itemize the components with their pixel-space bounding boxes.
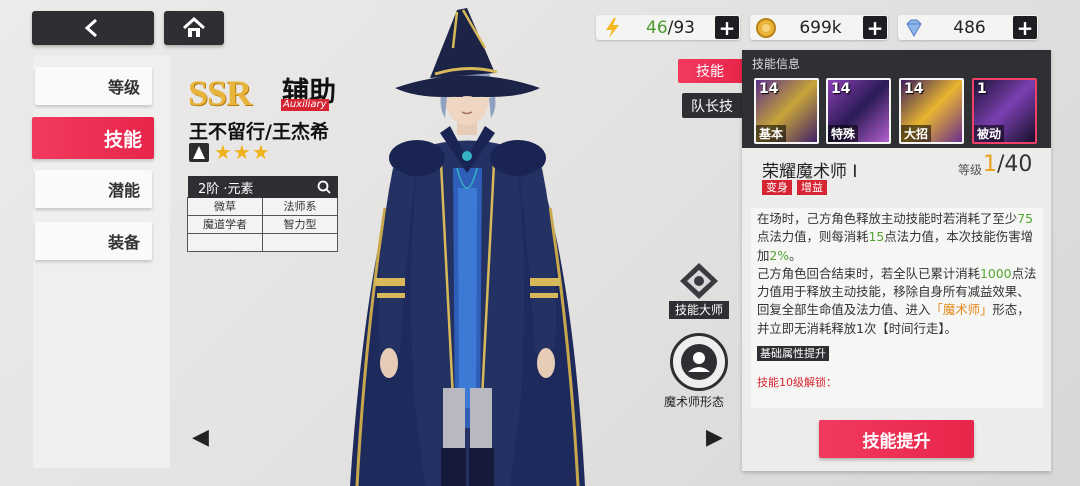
skill-card-ultimate[interactable]: 14 大招	[899, 78, 964, 144]
diamond-resource: 486 +	[898, 15, 1038, 40]
energy-resource: 46/93 +	[596, 15, 740, 40]
magician-form-label: 魔术师形态	[664, 395, 725, 409]
skill-card-special[interactable]: 14 特殊	[826, 78, 891, 144]
description-paragraph-1: 在场时，己方角色释放主动技能时若消耗了至少75点法力值，则每消耗15点法力值，本…	[757, 211, 1033, 263]
magician-form-button[interactable]	[670, 333, 728, 391]
diamond-value: 486	[953, 17, 986, 38]
add-energy-button[interactable]: +	[715, 16, 739, 39]
back-arrow-icon	[84, 18, 97, 38]
skill-card-basic[interactable]: 14 基本	[754, 78, 819, 144]
tag-transform: 变身	[762, 180, 792, 195]
skill-type: 基本	[756, 125, 787, 142]
menu-potential[interactable]: 潜能	[35, 170, 152, 208]
grade-label: 2阶 ·元素	[198, 181, 254, 197]
tag-cell: 法师系	[262, 197, 338, 216]
energy-max: /93	[667, 17, 695, 38]
tag-cell: 魔道学者	[187, 215, 263, 234]
level-current: 1	[983, 152, 997, 177]
tag-buff: 增益	[797, 180, 827, 195]
gold-value: 699k	[799, 17, 842, 38]
next-character-arrow[interactable]: ▶	[706, 425, 723, 450]
back-button[interactable]	[32, 11, 154, 45]
skill-name: 荣耀魔术师 I	[762, 162, 858, 182]
level-max: /40	[997, 152, 1033, 177]
skill-upgrade-button[interactable]: 技能提升	[819, 420, 974, 458]
menu-equipment[interactable]: 装备	[35, 222, 152, 260]
skill-description: 在场时，己方角色释放主动技能时若消耗了至少75点法力值，则每消耗15点法力值，本…	[751, 208, 1043, 408]
role-en-label: Auxiliary	[281, 99, 329, 111]
skill-level: 14	[831, 81, 851, 97]
class-icon	[189, 143, 209, 162]
skill-panel-title: 技能信息	[752, 57, 801, 71]
diamond-icon	[906, 19, 922, 37]
grade-header: 2阶 ·元素	[188, 176, 338, 198]
menu-skill[interactable]: 技能	[32, 117, 154, 159]
add-gold-button[interactable]: +	[863, 16, 887, 39]
skill-type: 被动	[974, 125, 1005, 142]
description-paragraph-2: 己方角色回合结束时，若全队已累计消耗1000点法力值用于释放主动技能，移除自身所…	[757, 265, 1037, 336]
character-portrait	[350, 8, 585, 486]
skill-type: 特殊	[828, 125, 859, 142]
skill-level: 14	[759, 81, 779, 97]
tag-cell	[187, 233, 263, 252]
home-icon	[182, 17, 206, 37]
base-attribute-heading: 基础属性提升	[757, 346, 829, 362]
unlock-note: 技能10级解锁：	[757, 376, 837, 390]
add-diamond-button[interactable]: +	[1013, 16, 1037, 39]
search-icon[interactable]	[317, 180, 331, 194]
skill-level: 14	[904, 81, 924, 97]
level-label: 等级	[958, 163, 983, 177]
prev-character-arrow[interactable]: ◀	[192, 425, 209, 450]
energy-current: 46	[646, 17, 668, 38]
tab-leader-skill[interactable]: 队长技	[682, 93, 742, 118]
tag-cell: 微草	[187, 197, 263, 216]
home-button[interactable]	[164, 11, 224, 45]
tab-skill[interactable]: 技能	[678, 59, 742, 83]
skill-type: 大招	[901, 125, 932, 142]
menu-level[interactable]: 等级	[35, 67, 152, 105]
gold-coin-icon	[756, 17, 776, 38]
skill-master-label[interactable]: 技能大师	[669, 301, 729, 319]
skill-card-passive[interactable]: 1 被动	[972, 78, 1037, 144]
rarity-label: SSR	[188, 73, 252, 113]
energy-icon	[606, 17, 619, 38]
attribute-table: 2阶 ·元素 微草 法师系 魔道学者 智力型	[187, 176, 338, 252]
skill-level-value: 1/40	[983, 152, 1032, 177]
tag-cell: 智力型	[262, 215, 338, 234]
user-swap-icon	[681, 344, 717, 380]
gold-resource: 699k +	[750, 15, 888, 40]
tag-cell	[262, 233, 338, 252]
skill-level: 1	[977, 81, 987, 97]
skill-master-icon[interactable]	[676, 261, 722, 301]
star-rating: ★★★	[214, 140, 271, 164]
